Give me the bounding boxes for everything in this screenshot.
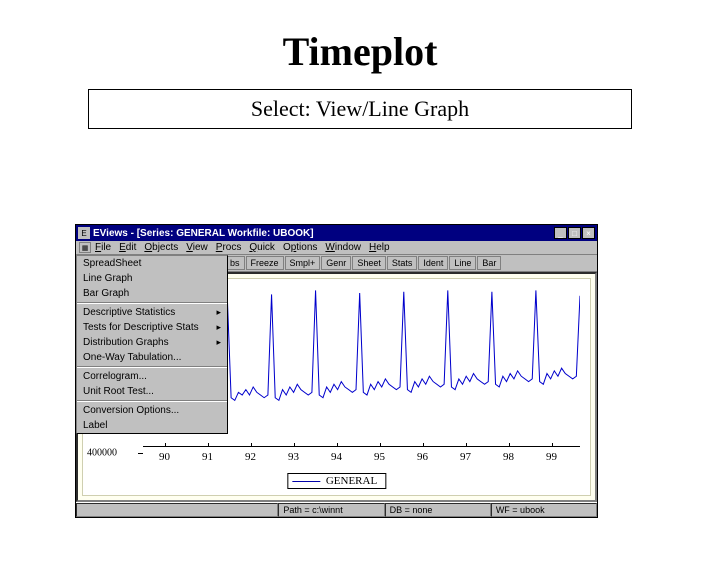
status-left	[76, 503, 278, 517]
toolbar-genr-button[interactable]: Genr	[321, 256, 351, 270]
toolbar-freeze-button[interactable]: Freeze	[246, 256, 284, 270]
legend: GENERAL	[287, 473, 386, 489]
x-tick-label: 95	[374, 451, 385, 463]
toolbar-sheet-button[interactable]: Sheet	[352, 256, 386, 270]
dropdown-item-line-graph[interactable]: Line Graph	[77, 271, 227, 286]
toolbar-line-button[interactable]: Line	[449, 256, 476, 270]
x-tick-label: 99	[546, 451, 557, 463]
instruction-text: Select: View/Line Graph	[251, 96, 469, 121]
status-path: Path = c:\winnt	[278, 503, 384, 517]
titlebar: E EViews - [Series: GENERAL Workfile: UB…	[76, 225, 597, 241]
status-db: DB = none	[385, 503, 491, 517]
menu-procs[interactable]: Procs	[216, 242, 242, 253]
close-button[interactable]: ×	[582, 227, 595, 239]
y-tick-label: 400000	[87, 448, 117, 459]
x-tick-label: 91	[202, 451, 213, 463]
dropdown-item-correlogram-[interactable]: Correlogram...	[77, 369, 227, 384]
dropdown-item-conversion-options-[interactable]: Conversion Options...	[77, 403, 227, 418]
instruction-box: Select: View/Line Graph	[88, 89, 632, 129]
minimize-button[interactable]: _	[554, 227, 567, 239]
toolbar-smpl--button[interactable]: Smpl+	[285, 256, 321, 270]
toolbar-bar-button[interactable]: Bar	[477, 256, 501, 270]
x-tick-label: 90	[159, 451, 170, 463]
menu-file[interactable]: FFileile	[95, 242, 111, 253]
dropdown-item-tests-for-descriptive-stats[interactable]: Tests for Descriptive Stats▸	[77, 320, 227, 335]
dropdown-item-one-way-tabulation-[interactable]: One-Way Tabulation...	[77, 350, 227, 365]
dropdown-item-label[interactable]: Label	[77, 418, 227, 433]
slide-title: Timeplot	[0, 28, 720, 75]
dropdown-item-spreadsheet[interactable]: SpreadSheet	[77, 256, 227, 271]
menubar: ▦ FFileile Edit Objects View Procs Quick…	[76, 241, 597, 255]
submenu-arrow-icon: ▸	[216, 322, 221, 333]
x-tick-label: 96	[417, 451, 428, 463]
menu-window[interactable]: Window	[325, 242, 361, 253]
mdi-child-icon[interactable]: ▦	[79, 242, 91, 253]
x-tick-label: 93	[288, 451, 299, 463]
dropdown-item-bar-graph[interactable]: Bar Graph	[77, 286, 227, 301]
x-tick-label: 92	[245, 451, 256, 463]
toolbar-stats-button[interactable]: Stats	[387, 256, 418, 270]
view-dropdown-menu: SpreadSheetLine GraphBar Graph Descriptiv…	[76, 255, 228, 434]
dropdown-item-unit-root-test-[interactable]: Unit Root Test...	[77, 384, 227, 399]
status-wf: WF = ubook	[491, 503, 597, 517]
x-tick-label: 97	[460, 451, 471, 463]
maximize-button[interactable]: □	[568, 227, 581, 239]
submenu-arrow-icon: ▸	[216, 307, 221, 318]
menu-options[interactable]: Options	[283, 242, 317, 253]
app-icon: E	[78, 227, 90, 239]
toolbar-ident-button[interactable]: Ident	[418, 256, 448, 270]
menu-view[interactable]: View	[186, 242, 208, 253]
legend-swatch-icon	[292, 481, 320, 482]
window-title: EViews - [Series: GENERAL Workfile: UBOO…	[93, 228, 554, 239]
menu-quick[interactable]: Quick	[249, 242, 275, 253]
dropdown-item-descriptive-statistics[interactable]: Descriptive Statistics▸	[77, 305, 227, 320]
menu-help[interactable]: Help	[369, 242, 390, 253]
x-tick-label: 94	[331, 451, 342, 463]
menu-edit[interactable]: Edit	[119, 242, 136, 253]
eviews-window: E EViews - [Series: GENERAL Workfile: UB…	[75, 224, 598, 518]
legend-label: GENERAL	[326, 475, 377, 487]
statusbar: Path = c:\winnt DB = none WF = ubook	[76, 502, 597, 517]
submenu-arrow-icon: ▸	[216, 337, 221, 348]
x-tick-label: 98	[503, 451, 514, 463]
menu-objects[interactable]: Objects	[144, 242, 178, 253]
dropdown-item-distribution-graphs[interactable]: Distribution Graphs▸	[77, 335, 227, 350]
